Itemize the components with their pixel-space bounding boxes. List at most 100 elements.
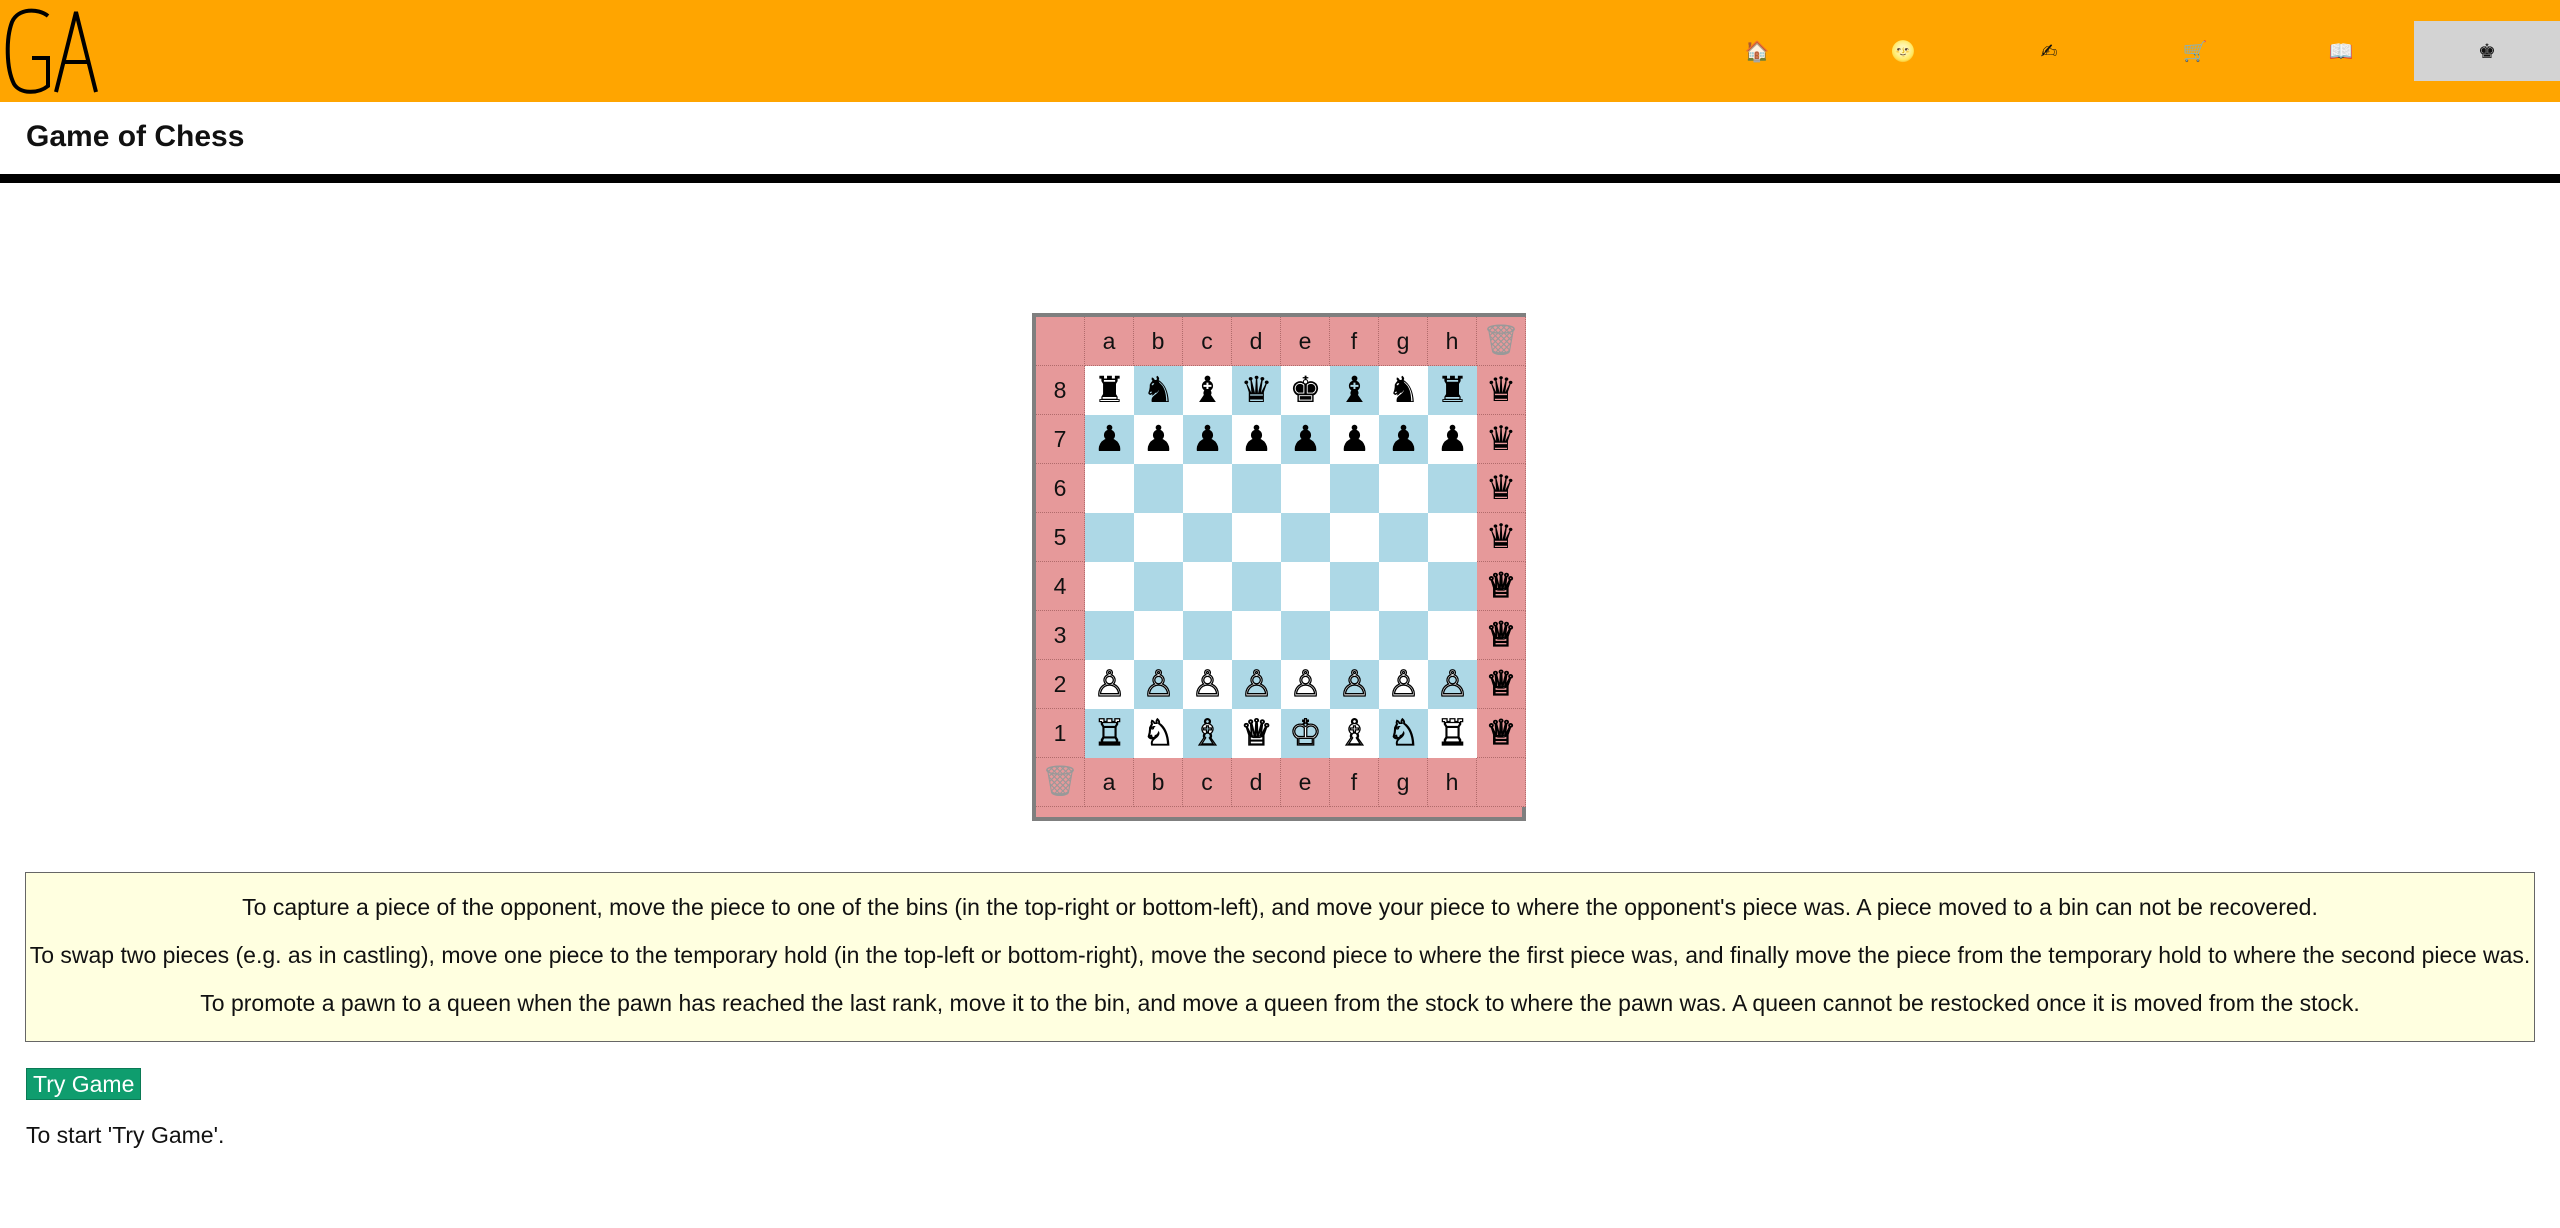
square-c2[interactable]: ♙ bbox=[1183, 660, 1232, 709]
square-f2[interactable]: ♙ bbox=[1330, 660, 1379, 709]
nav-item-writing-hand[interactable]: ✍ bbox=[1976, 21, 2122, 81]
file-label-top: c bbox=[1183, 317, 1232, 366]
square-f8[interactable]: ♝ bbox=[1330, 366, 1379, 415]
square-c7[interactable]: ♟ bbox=[1183, 415, 1232, 464]
square-f7[interactable]: ♟ bbox=[1330, 415, 1379, 464]
square-b5[interactable] bbox=[1134, 513, 1183, 562]
nav-item-book[interactable]: 📖 bbox=[2268, 21, 2414, 81]
nav-item-chess[interactable]: ♚ bbox=[2414, 21, 2560, 81]
trash-bin-icon[interactable]: 🗑 bbox=[1036, 758, 1085, 807]
square-b6[interactable] bbox=[1134, 464, 1183, 513]
logo-icon bbox=[5, 8, 98, 94]
rule-capture: To capture a piece of the opponent, move… bbox=[242, 894, 2318, 920]
square-h4[interactable] bbox=[1428, 562, 1477, 611]
nav-item-home[interactable]: 🏠 bbox=[1684, 21, 1830, 81]
queen-stock-6[interactable]: ♕ bbox=[1477, 611, 1526, 660]
square-a4[interactable] bbox=[1085, 562, 1134, 611]
square-g2[interactable]: ♙ bbox=[1379, 660, 1428, 709]
square-d6[interactable] bbox=[1232, 464, 1281, 513]
square-g3[interactable] bbox=[1379, 611, 1428, 660]
square-b8[interactable]: ♞ bbox=[1134, 366, 1183, 415]
square-g4[interactable] bbox=[1379, 562, 1428, 611]
square-d1[interactable]: ♕ bbox=[1232, 709, 1281, 758]
queen-stock-4[interactable]: ♛ bbox=[1477, 513, 1526, 562]
square-d4[interactable] bbox=[1232, 562, 1281, 611]
square-h8[interactable]: ♜ bbox=[1428, 366, 1477, 415]
square-b1[interactable]: ♘ bbox=[1134, 709, 1183, 758]
square-f4[interactable] bbox=[1330, 562, 1379, 611]
square-g7[interactable]: ♟ bbox=[1379, 415, 1428, 464]
file-label-bottom: f bbox=[1330, 758, 1379, 807]
square-g6[interactable] bbox=[1379, 464, 1428, 513]
square-e2[interactable]: ♙ bbox=[1281, 660, 1330, 709]
square-e5[interactable] bbox=[1281, 513, 1330, 562]
file-label-top: d bbox=[1232, 317, 1281, 366]
square-c4[interactable] bbox=[1183, 562, 1232, 611]
nav-item-moon-face[interactable]: 🌝 bbox=[1830, 21, 1976, 81]
square-g8[interactable]: ♞ bbox=[1379, 366, 1428, 415]
square-c1[interactable]: ♗ bbox=[1183, 709, 1232, 758]
site-logo[interactable] bbox=[4, 6, 100, 101]
square-b3[interactable] bbox=[1134, 611, 1183, 660]
square-d7[interactable]: ♟ bbox=[1232, 415, 1281, 464]
square-a1[interactable]: ♖ bbox=[1085, 709, 1134, 758]
try-game-button[interactable]: Try Game bbox=[26, 1068, 142, 1100]
square-e7[interactable]: ♟ bbox=[1281, 415, 1330, 464]
square-g5[interactable] bbox=[1379, 513, 1428, 562]
square-f1[interactable]: ♗ bbox=[1330, 709, 1379, 758]
file-label-bottom: b bbox=[1134, 758, 1183, 807]
square-f3[interactable] bbox=[1330, 611, 1379, 660]
queen-stock-8[interactable]: ♕ bbox=[1477, 709, 1526, 758]
square-a2[interactable]: ♙ bbox=[1085, 660, 1134, 709]
temporary-hold-bottom-right[interactable] bbox=[1477, 758, 1526, 807]
square-f6[interactable] bbox=[1330, 464, 1379, 513]
square-b7[interactable]: ♟ bbox=[1134, 415, 1183, 464]
square-b4[interactable] bbox=[1134, 562, 1183, 611]
square-a5[interactable] bbox=[1085, 513, 1134, 562]
queen-stock-5[interactable]: ♕ bbox=[1477, 562, 1526, 611]
queen-stock-2[interactable]: ♛ bbox=[1477, 415, 1526, 464]
square-g1[interactable]: ♘ bbox=[1379, 709, 1428, 758]
rank-label: 7 bbox=[1036, 415, 1085, 464]
square-h3[interactable] bbox=[1428, 611, 1477, 660]
square-c5[interactable] bbox=[1183, 513, 1232, 562]
rank-label: 4 bbox=[1036, 562, 1085, 611]
queen-stock-3[interactable]: ♛ bbox=[1477, 464, 1526, 513]
square-h6[interactable] bbox=[1428, 464, 1477, 513]
square-c8[interactable]: ♝ bbox=[1183, 366, 1232, 415]
rank-label: 5 bbox=[1036, 513, 1085, 562]
square-e1[interactable]: ♔ bbox=[1281, 709, 1330, 758]
temporary-hold-top-left[interactable] bbox=[1036, 317, 1085, 366]
square-a8[interactable]: ♜ bbox=[1085, 366, 1134, 415]
square-b2[interactable]: ♙ bbox=[1134, 660, 1183, 709]
square-h7[interactable]: ♟ bbox=[1428, 415, 1477, 464]
square-h5[interactable] bbox=[1428, 513, 1477, 562]
moon-face-icon: 🌝 bbox=[1890, 39, 1916, 63]
square-c3[interactable] bbox=[1183, 611, 1232, 660]
square-h2[interactable]: ♙ bbox=[1428, 660, 1477, 709]
square-d2[interactable]: ♙ bbox=[1232, 660, 1281, 709]
queen-stock-7[interactable]: ♕ bbox=[1477, 660, 1526, 709]
nav-item-cart[interactable]: 🛒 bbox=[2122, 21, 2268, 81]
square-a7[interactable]: ♟ bbox=[1085, 415, 1134, 464]
trash-bin-icon[interactable]: 🗑 bbox=[1477, 317, 1526, 366]
square-a3[interactable] bbox=[1085, 611, 1134, 660]
square-d8[interactable]: ♛ bbox=[1232, 366, 1281, 415]
square-f5[interactable] bbox=[1330, 513, 1379, 562]
square-h1[interactable]: ♖ bbox=[1428, 709, 1477, 758]
queen-stock-1[interactable]: ♛ bbox=[1477, 366, 1526, 415]
file-label-top: b bbox=[1134, 317, 1183, 366]
chess-board: a b c d e f g h 🗑 8 ♜ ♞ ♝ ♛ ♚ ♝ ♞ ♜ ♛ 7 ♟ ♟ ♟ ♟ ♟ ♟ ♟ ♟ ♛ 6 ♛ 5 ♛ 4 ♕ 3 ♕ 2 ♙ ♙… bbox=[1032, 313, 1526, 821]
file-label-top: e bbox=[1281, 317, 1330, 366]
square-e4[interactable] bbox=[1281, 562, 1330, 611]
file-label-bottom: a bbox=[1085, 758, 1134, 807]
square-d5[interactable] bbox=[1232, 513, 1281, 562]
square-e6[interactable] bbox=[1281, 464, 1330, 513]
square-e3[interactable] bbox=[1281, 611, 1330, 660]
square-e8[interactable]: ♚ bbox=[1281, 366, 1330, 415]
rules-panel: To capture a piece of the opponent, move… bbox=[25, 872, 2535, 1042]
square-c6[interactable] bbox=[1183, 464, 1232, 513]
square-a6[interactable] bbox=[1085, 464, 1134, 513]
square-d3[interactable] bbox=[1232, 611, 1281, 660]
rank-label: 3 bbox=[1036, 611, 1085, 660]
